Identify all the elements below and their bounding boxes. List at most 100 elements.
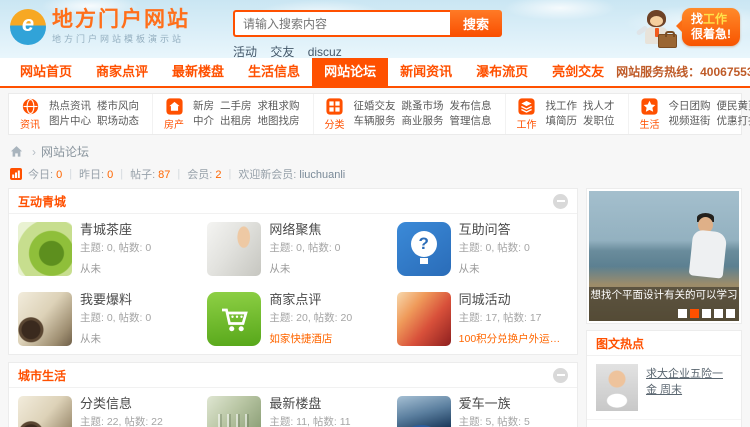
category-link[interactable]: 车辆服务 (354, 115, 396, 127)
category-link[interactable]: 新房 (193, 100, 214, 112)
stat-members: 会员: 2 (187, 169, 222, 181)
forum-stats: 主题: 0, 帖数: 0 (80, 312, 152, 324)
hot-link[interactable]: 交友 (270, 45, 294, 59)
forum-name[interactable]: 青城茶座 (80, 222, 189, 238)
forum-item: 青城茶座 主题: 0, 帖数: 0 从未 (9, 214, 198, 284)
category-label[interactable]: 工作 (513, 116, 541, 131)
category-link[interactable]: 图片中心 (49, 115, 91, 127)
forum-name[interactable]: 最新楼盘 (269, 396, 378, 412)
job-ad-badge[interactable]: 找工作 很着急! (676, 8, 740, 46)
category-label[interactable]: 分类 (321, 116, 349, 131)
job-ad: 找工作 很着急! (635, 8, 740, 54)
hot-topics-title: 图文热点 (596, 336, 645, 351)
category-link[interactable]: 填简历 (546, 115, 578, 127)
forum-thumbnail-keyboard[interactable] (207, 222, 262, 276)
house-icon (165, 97, 183, 115)
search-input[interactable] (233, 10, 450, 37)
new-member-link[interactable]: liuchuanli (299, 169, 345, 181)
nav-item-estates[interactable]: 最新楼盘 (160, 58, 236, 86)
forum-section-city-life: 城市生活 分类信息 主题: 22, 帖数: 22 求大企业五险一金 周末双休 保… (8, 362, 578, 427)
forum-item: 最新楼盘 主题: 11, 帖数: 11 通州万达广场 (198, 388, 387, 427)
hot-topic-link[interactable]: 求大企业五险一金 周末 (646, 364, 732, 411)
category-link[interactable]: 二手房 (220, 100, 252, 112)
carousel-overlay: 想找个平面设计有关的可以学习 (589, 287, 739, 321)
carousel-dot[interactable] (702, 309, 711, 318)
forum-name[interactable]: 互助问答 (459, 222, 568, 238)
home-icon[interactable] (10, 145, 23, 158)
forum-thumbnail-news[interactable] (18, 396, 72, 427)
site-logo[interactable]: 地方门户网站 地方门户网站模板演示站 (10, 8, 190, 45)
forum-stats: 主题: 11, 帖数: 11 (269, 416, 351, 427)
hot-link[interactable]: discuz (308, 45, 342, 59)
category-link[interactable]: 征婚交友 (354, 100, 396, 112)
section-title: 互动青城 (18, 194, 67, 209)
category-link[interactable]: 发布信息 (450, 100, 492, 112)
forum-stats: 主题: 20, 帖数: 20 (269, 312, 353, 324)
category-link[interactable]: 楼市风向 (97, 100, 139, 112)
category-link[interactable]: 求租求购 (258, 100, 300, 112)
main-nav: 网站首页 商家点评 最新楼盘 生活信息 网站论坛 新闻资讯 瀑布流页 亮剑交友 … (0, 58, 750, 88)
nav-item-dating[interactable]: 亮剑交友 (540, 58, 616, 86)
forum-lastpost-link[interactable]: 如家快捷酒店 (269, 331, 378, 346)
carousel-dots (678, 309, 735, 318)
category-link[interactable]: 发职位 (583, 115, 615, 127)
category-label[interactable]: 资讯 (16, 116, 44, 131)
category-link[interactable]: 找工作 (546, 100, 578, 112)
category-link[interactable]: 今日团购 (669, 100, 711, 112)
category-link[interactable]: 地图找房 (258, 115, 300, 127)
category-link[interactable]: 跳蚤市场 (402, 100, 444, 112)
forum-thumbnail-buildings[interactable] (207, 396, 262, 427)
carousel-dot[interactable] (726, 309, 735, 318)
category-link[interactable]: 优惠打折 (717, 115, 750, 127)
hot-link[interactable]: 活动 (233, 45, 257, 59)
forum-stats: 主题: 5, 帖数: 5 (458, 416, 530, 427)
category-link[interactable]: 中介 (193, 115, 214, 127)
forum-thumbnail-tea[interactable] (18, 222, 72, 276)
forum-thumbnail-bulb[interactable] (396, 222, 451, 276)
page: 地方门户网站 地方门户网站模板演示站 搜索 活动 交友 discuz (0, 0, 750, 427)
forum-thumbnail-cart[interactable] (207, 292, 262, 346)
carousel-dot-active[interactable] (690, 309, 699, 318)
hot-topic-thumbnail[interactable] (596, 364, 638, 411)
category-label[interactable]: 房产 (160, 116, 188, 131)
hot-topic-item: 想找个平面设计有关的, (587, 420, 741, 427)
forum-name[interactable]: 同城活动 (459, 292, 568, 308)
category-link[interactable]: 找人才 (583, 100, 615, 112)
nav-item-home[interactable]: 网站首页 (8, 58, 84, 86)
carousel-caption[interactable]: 想找个平面设计有关的可以学习 (589, 287, 739, 304)
category-link[interactable]: 职场动态 (97, 115, 139, 127)
forum-name[interactable]: 我要爆料 (80, 292, 189, 308)
category-group-life: 生活 今日团购便民黄页礼品兑换 视频逛街优惠打折商家入驻 (629, 94, 750, 134)
category-link[interactable]: 便民黄页 (717, 100, 750, 112)
category-link[interactable]: 商业服务 (402, 115, 444, 127)
forum-item: 分类信息 主题: 22, 帖数: 22 求大企业五险一金 周末双休 保险 ... (9, 388, 198, 427)
logo-icon (10, 8, 46, 45)
forum-name[interactable]: 网络聚焦 (269, 222, 378, 238)
search-button[interactable]: 搜索 (450, 10, 502, 37)
category-link[interactable]: 热点资讯 (49, 100, 91, 112)
forum-thumbnail-news[interactable] (18, 292, 72, 346)
forum-name[interactable]: 商家点评 (269, 292, 378, 308)
search-hot-links: 活动 交友 discuz (233, 43, 502, 60)
collapse-button[interactable] (553, 367, 568, 383)
category-link[interactable]: 出租房 (220, 115, 252, 127)
collapse-button[interactable] (553, 193, 568, 209)
category-label[interactable]: 生活 (636, 116, 664, 131)
forum-thumbnail-car[interactable] (396, 396, 451, 427)
forum-name[interactable]: 爱车一族 (459, 396, 568, 412)
nav-item-life-info[interactable]: 生活信息 (236, 58, 312, 86)
nav-item-reviews[interactable]: 商家点评 (84, 58, 160, 86)
globe-icon (22, 98, 38, 114)
nav-item-news[interactable]: 新闻资讯 (388, 58, 464, 86)
forum-lastpost-link[interactable]: 100积分兑换户外运动水杯辽宁沈 ... (459, 331, 568, 346)
job-mascot-illustration (635, 8, 678, 54)
category-group-house: 房产 新房 二手房 求租求购 中介 出租房 地图找房 (153, 94, 314, 134)
nav-item-forum[interactable]: 网站论坛 (312, 58, 389, 86)
carousel-dot[interactable] (678, 309, 687, 318)
nav-item-waterfall[interactable]: 瀑布流页 (464, 58, 540, 86)
forum-name[interactable]: 分类信息 (80, 396, 189, 412)
carousel-dot[interactable] (714, 309, 723, 318)
category-link[interactable]: 视频逛街 (669, 115, 711, 127)
forum-thumbnail-party[interactable] (396, 292, 451, 346)
category-link[interactable]: 管理信息 (450, 115, 492, 127)
